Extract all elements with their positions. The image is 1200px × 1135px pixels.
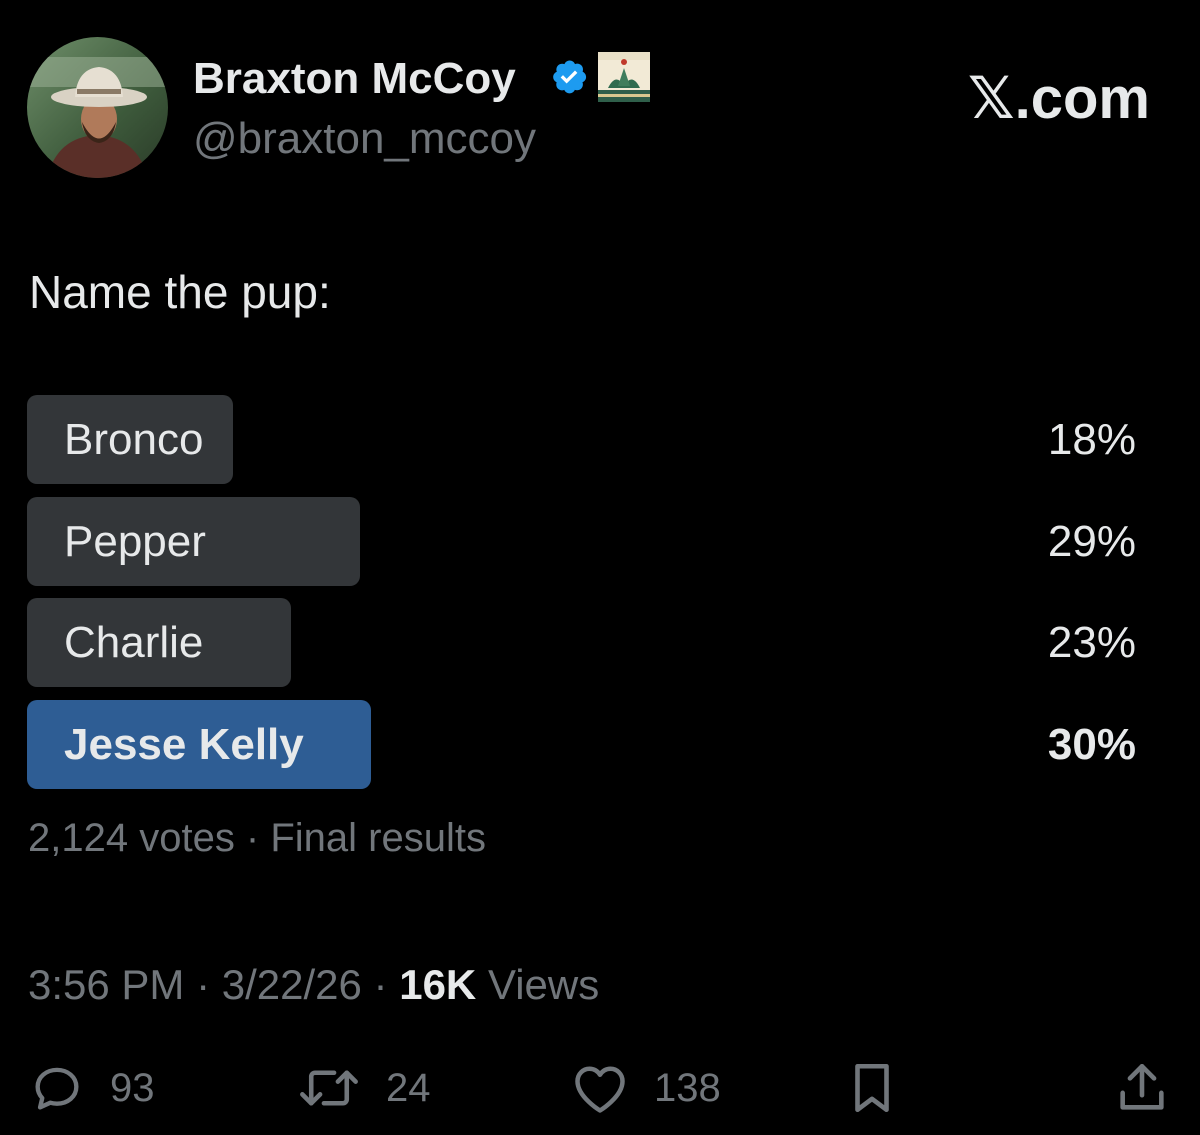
separator-dot: · (361, 961, 400, 1008)
views-label: Views (487, 961, 600, 1008)
avatar-image (27, 37, 168, 178)
bookmark-button[interactable] (846, 1058, 898, 1118)
avatar[interactable] (27, 37, 168, 178)
poll-option: Charlie 23% (27, 598, 1172, 687)
separator-dot: · (184, 961, 222, 1008)
author-handle[interactable]: @braxton_mccoy (193, 112, 536, 166)
poll-option: Jesse Kelly 30% (27, 700, 1172, 789)
poll-option-percent: 30% (1047, 720, 1136, 769)
share-button[interactable] (1114, 1058, 1170, 1118)
poll-option: Bronco 18% (27, 395, 1172, 484)
site-label: 𝕏.com (967, 66, 1150, 131)
author-display-name[interactable]: Braxton McCoy (193, 52, 516, 106)
poll-option-percent: 23% (1047, 618, 1136, 667)
tweet-date[interactable]: 3/22/26 (222, 961, 362, 1008)
flag-badge-icon (598, 52, 650, 102)
reply-count: 93 (110, 1066, 155, 1110)
poll-option-label: Charlie (64, 618, 204, 667)
repost-button[interactable]: 24 (296, 1058, 431, 1118)
repost-count: 24 (386, 1066, 431, 1110)
poll-option-label: Bronco (64, 415, 204, 464)
bookmark-icon (855, 1063, 889, 1113)
poll-summary: 2,124 votes · Final results (28, 816, 486, 860)
reply-icon (35, 1067, 79, 1110)
tweet-timestamp-row: 3:56 PM · 3/22/26 · 16K Views (28, 958, 599, 1012)
share-icon (1120, 1063, 1164, 1110)
tweet-time[interactable]: 3:56 PM (28, 961, 184, 1008)
verified-badge-icon (553, 60, 587, 94)
reply-button[interactable]: 93 (28, 1058, 155, 1118)
poll-option-percent: 29% (1047, 517, 1136, 566)
tweet-text: Name the pup: (29, 266, 331, 318)
poll-option-label: Jesse Kelly (64, 720, 304, 769)
heart-icon (575, 1066, 625, 1113)
repost-icon (300, 1070, 358, 1106)
poll-option-label: Pepper (64, 517, 206, 566)
like-button[interactable]: 138 (570, 1058, 721, 1118)
poll-option: Pepper 29% (27, 497, 1172, 586)
poll-option-percent: 18% (1047, 415, 1136, 464)
views-count: 16K (399, 961, 477, 1008)
like-count: 138 (654, 1066, 721, 1110)
